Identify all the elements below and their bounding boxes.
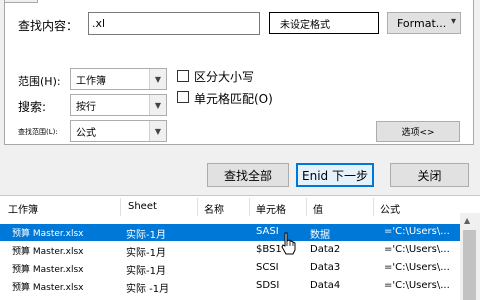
options-button-label: 选项<> [401,128,435,138]
cell-book: 预算 Master.xlsx [12,247,84,257]
close-button[interactable]: 关闭 [390,163,469,187]
cell-sheet: 实际 -1月 [126,284,170,295]
find-what-value: .xl [92,17,106,30]
within-label: 范围(H): [18,75,61,88]
result-row[interactable]: 预算 Master.xlsx 实际-1月 $BS1 Data2 ='C:\Use… [0,242,460,259]
options-button[interactable]: 选项<> [376,121,460,142]
cell-address: SCSI [256,262,279,273]
cell-value: Data3 [310,262,341,273]
chevron-down-icon[interactable]: ▾ [451,16,456,27]
find-next-label: Enid 下一步 [302,168,368,183]
chevron-down-icon: ▼ [149,95,166,115]
header-book[interactable]: 工作簿 [8,201,38,216]
find-what-input[interactable]: .xl [88,12,260,35]
cell-value: Data2 [310,244,341,255]
match-entire-cell-checkbox[interactable] [177,91,189,103]
format-button-label: Format... [397,16,447,30]
cell-sheet: 实际-1月 [126,230,166,241]
header-cell[interactable]: 单元格 [256,201,286,216]
cell-book: 预算 Master.xlsx [12,283,84,293]
find-what-label: 查找内容： [18,19,79,33]
cell-address: SASI [256,226,279,237]
look-in-value: 公式 [76,127,96,139]
search-label: 搜索: [18,100,47,114]
results-list[interactable]: 工作簿 Sheet 名称 单元格 值 公式 预算 Master.xlsx 实际-… [0,195,480,300]
cell-value: Data4 [310,280,341,291]
format-button[interactable]: Format... ▾ [387,12,461,34]
chevron-down-icon: ▼ [149,69,166,89]
search-value: 按行 [76,101,96,113]
close-label: 关闭 [417,168,442,183]
scrollbar-thumb[interactable] [463,230,476,300]
find-next-button[interactable]: Enid 下一步 [296,163,374,187]
header-formula[interactable]: 公式 [380,201,400,216]
cell-value: 数据 [310,230,330,241]
result-row[interactable]: 预算 Master.xlsx 实际 -1月 SDSI Data4 ='C:\Us… [0,278,460,295]
cell-book: 预算 Master.xlsx [12,265,84,275]
header-value[interactable]: 值 [313,201,323,216]
match-case-label: 区分大小写 [194,70,255,84]
cell-sheet: 实际-1月 [126,248,166,259]
header-sheet[interactable]: Sheet [128,201,157,212]
result-row[interactable]: 预算 Master.xlsx 实际-1月 SASI 数据 ='C:\Users\… [0,224,460,241]
scroll-up-icon[interactable]: ▲ [464,216,470,225]
format-preview: 未设定格式 [269,12,379,34]
format-preview-label: 未设定格式 [280,19,330,31]
cell-formula: ='C:\Users\... [384,262,450,273]
result-row[interactable]: 预算 Master.xlsx 实际-1月 SCSI Data3 ='C:\Use… [0,260,460,277]
within-value: 工作簿 [76,75,106,87]
cell-formula: ='C:\Users\... [384,280,450,291]
cell-formula: ='C:\Users\... [384,226,450,237]
hand-pointer-icon [281,232,296,255]
match-entire-cell-label: 单元格匹配(O) [194,92,273,106]
find-tab[interactable] [4,0,38,3]
look-in-select[interactable]: 公式 ▼ [70,120,167,142]
chevron-down-icon: ▼ [149,121,166,141]
cell-formula: ='C:\Users\... [384,244,450,255]
cell-address: SDSI [256,280,280,291]
match-case-checkbox[interactable] [177,70,189,82]
header-name[interactable]: 名称 [204,201,224,216]
cell-address: $BS1 [256,244,282,255]
search-select[interactable]: 按行 ▼ [70,94,167,116]
look-in-label: 查找范围(L): [18,128,58,136]
within-select[interactable]: 工作簿 ▼ [70,68,167,90]
find-all-label: 查找全部 [223,168,272,183]
find-all-button[interactable]: 查找全部 [207,163,289,187]
cell-book: 预算 Master.xlsx [12,229,84,239]
cell-sheet: 实际-1月 [126,266,166,277]
